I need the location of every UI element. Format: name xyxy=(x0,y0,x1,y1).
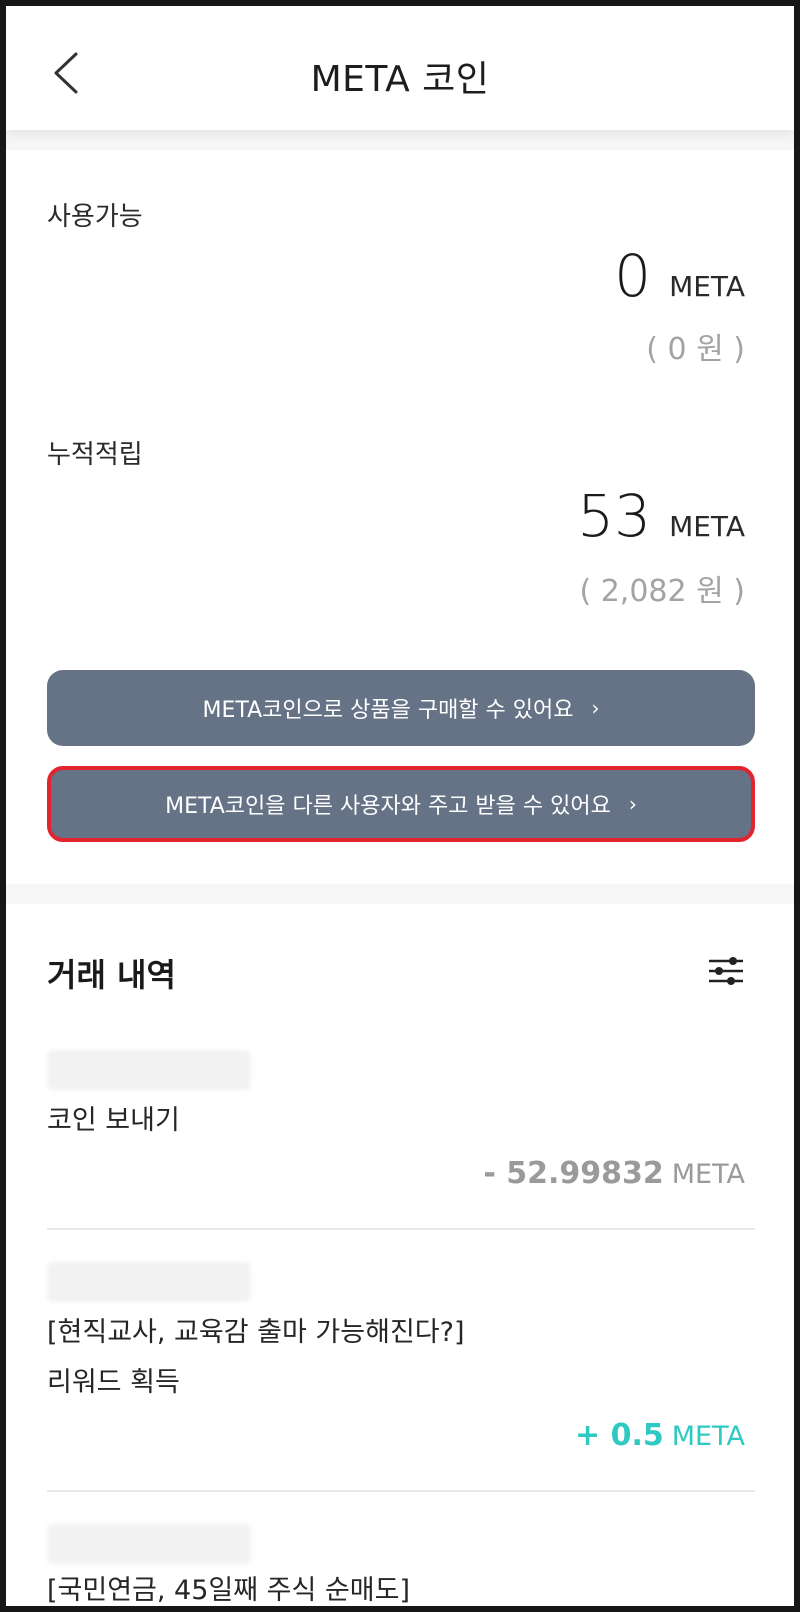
accumulated-label: 누적적립 xyxy=(47,440,143,470)
accumulated-amount-value: 53 xyxy=(577,482,652,550)
transaction-title: [현직교사, 교육감 출마 가능해진다?] xyxy=(47,1317,465,1348)
list-divider xyxy=(47,1228,755,1230)
available-amount-value: 0 xyxy=(614,242,652,310)
transaction-amount-unit: META xyxy=(671,1421,745,1452)
transaction-date-redacted xyxy=(47,1262,251,1302)
transaction-subtitle: 리워드 획득 xyxy=(47,1367,180,1398)
transaction-amount-value: + 0.5 xyxy=(575,1418,664,1453)
transaction-amount-value: - 52.99832 xyxy=(483,1156,664,1191)
transaction-title: [국민연금, 45일째 주식 순매도] xyxy=(47,1575,410,1606)
section-divider xyxy=(6,130,794,150)
transfer-coin-button[interactable]: META코인을 다른 사용자와 주고 받을 수 있어요 › xyxy=(47,766,755,842)
accumulated-won: ( 2,082 원 ) xyxy=(579,574,745,609)
transaction-amount: - 52.99832 META xyxy=(483,1156,745,1191)
available-won: ( 0 원 ) xyxy=(646,332,745,367)
history-title: 거래 내역 xyxy=(47,956,176,994)
transaction-title: 코인 보내기 xyxy=(47,1105,180,1136)
top-bar: META 코인 xyxy=(6,6,794,130)
transaction-amount: + 0.5 META xyxy=(575,1418,745,1453)
transaction-date-redacted xyxy=(47,1050,251,1090)
buy-with-coin-label: META코인으로 상품을 구매할 수 있어요 xyxy=(202,698,574,723)
accumulated-amount: 53 META xyxy=(577,482,745,550)
transaction-amount-unit: META xyxy=(671,1159,745,1190)
section-divider xyxy=(6,884,794,904)
transfer-coin-label: META코인을 다른 사용자와 주고 받을 수 있어요 xyxy=(165,794,611,819)
transaction-date-redacted xyxy=(47,1524,251,1564)
available-amount: 0 META xyxy=(614,242,745,310)
list-divider xyxy=(47,1490,755,1492)
chevron-right-icon: › xyxy=(628,792,637,816)
chevron-right-icon: › xyxy=(591,696,600,720)
app-frame: META 코인 사용가능 0 META ( 0 원 ) 누적적립 53 META… xyxy=(0,0,800,1612)
available-amount-unit: META xyxy=(669,270,745,303)
sliders-icon[interactable] xyxy=(707,956,745,986)
accumulated-amount-unit: META xyxy=(669,510,745,543)
available-label: 사용가능 xyxy=(47,202,143,232)
buy-with-coin-button[interactable]: META코인으로 상품을 구매할 수 있어요 › xyxy=(47,670,755,746)
page-title: META 코인 xyxy=(310,59,490,100)
